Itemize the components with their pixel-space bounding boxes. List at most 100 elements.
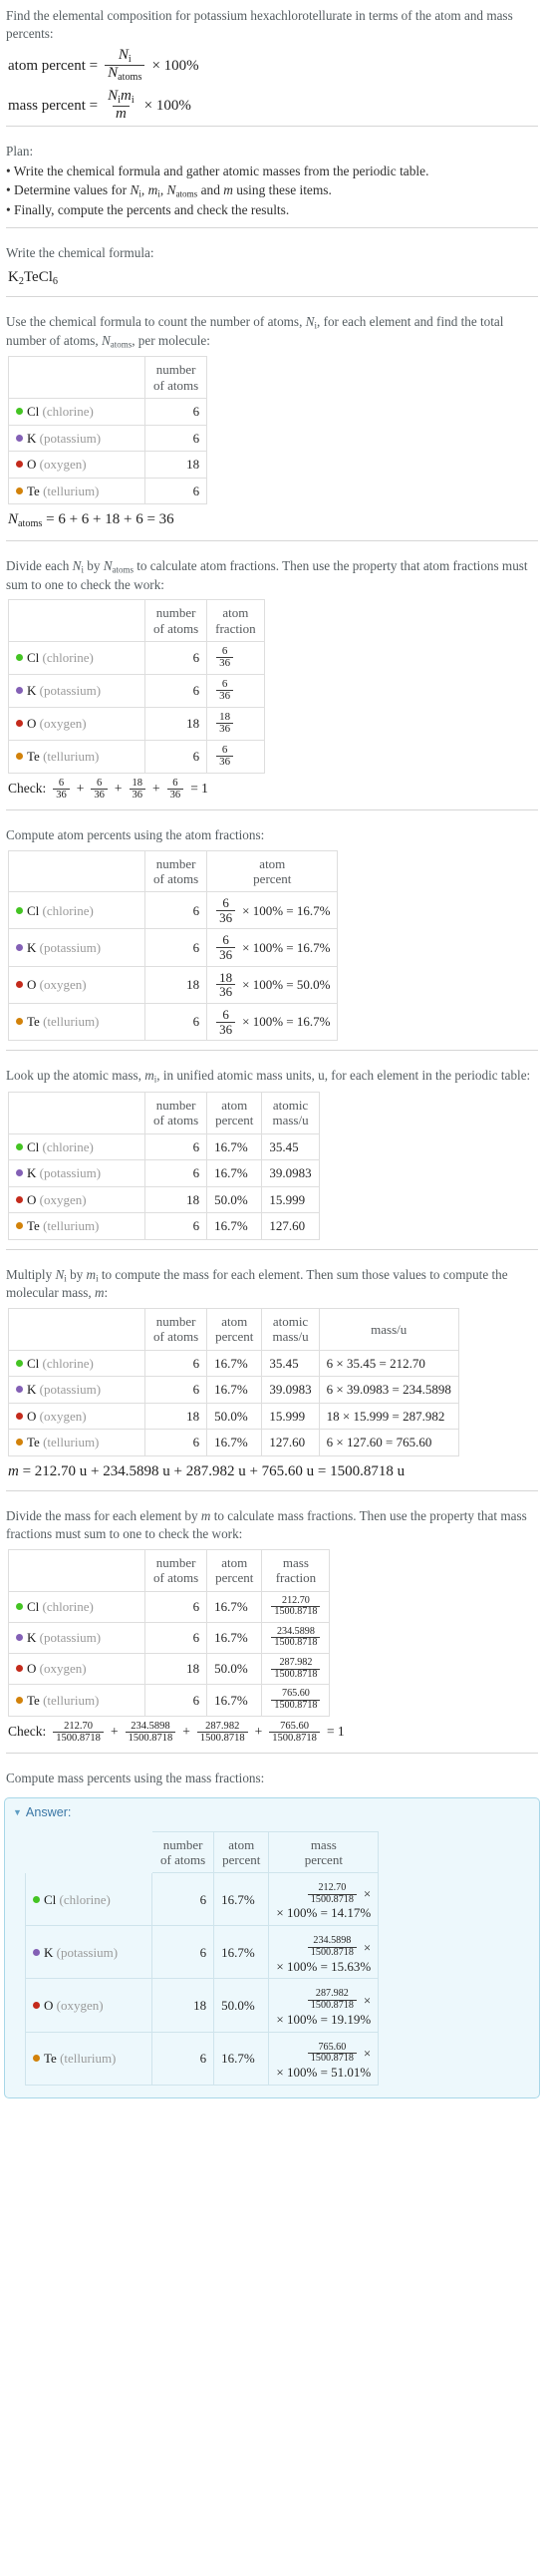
element-color-dot	[16, 1602, 23, 1610]
element-color-dot	[16, 1634, 23, 1642]
fraction-prompt: Divide each Ni by Natoms to calculate at…	[6, 557, 528, 592]
col-header-atom-percent: atom percent	[213, 1830, 270, 1874]
mass-percent-expression: 765.60 1500.8718 × × 100% = 51.01%	[268, 2031, 380, 2086]
element-symbol: O	[27, 977, 37, 993]
element-symbol: Te	[27, 1692, 40, 1708]
atom-count: 6	[143, 1132, 208, 1161]
table-row: Cl (chlorine) 6 6 36	[8, 640, 265, 675]
atom-percent: 16.7%	[206, 1429, 263, 1456]
divider	[6, 226, 538, 228]
col-header-element	[8, 356, 145, 400]
mass-percent-expression: 212.70 1500.8718 × × 100% = 14.17%	[268, 1872, 380, 1927]
answer-section: Compute mass percents using the mass fra…	[0, 1763, 544, 1791]
col-header-number-of-atoms: number of atoms	[143, 1091, 208, 1134]
fraction-denominator: 1500.8718	[307, 2053, 357, 2065]
atom-count: 18	[143, 706, 208, 741]
element-color-dot	[16, 906, 23, 914]
element-color-dot	[16, 1142, 23, 1150]
element-cell: Cl (chlorine)	[25, 1872, 152, 1927]
element-cell: Te (tellurium)	[8, 1212, 145, 1240]
atom-percent-label: atom percent =	[8, 57, 99, 74]
atom-count: 6	[143, 1376, 208, 1404]
table-row: Te (tellurium) 6 6 36 × 100% = 16.7%	[8, 1003, 339, 1042]
element-name: (potassium)	[39, 430, 102, 446]
atom-count: 18	[143, 1402, 208, 1431]
atom-percent: 16.7%	[206, 1621, 263, 1655]
fraction-denominator: 36	[216, 756, 234, 768]
table-row: Cl (chlorine) 6 6 36 × 100% = 16.7%	[8, 891, 339, 930]
element-symbol: Te	[27, 1435, 40, 1450]
element-cell: Cl (chlorine)	[8, 1349, 145, 1378]
atom-percent: 50.0%	[206, 1185, 263, 1214]
element-color-dot	[16, 719, 23, 727]
col-header-atom-percent: atom percent	[206, 1548, 263, 1592]
element-symbol: Te	[27, 483, 40, 498]
atom-percent-expression: 6 36 × 100% = 16.7%	[206, 1003, 339, 1042]
col-header-element	[8, 1091, 145, 1134]
molecular-mass-line: m = 212.70 u + 234.5898 u + 287.982 u + …	[8, 1462, 406, 1479]
question-text: Find the elemental composition for potas…	[6, 8, 513, 41]
element-name: (chlorine)	[42, 902, 94, 918]
table-row: Cl (chlorine) 6	[8, 398, 208, 426]
atom-count: 18	[143, 451, 208, 479]
element-symbol: K	[27, 939, 37, 955]
element-cell: Te (tellurium)	[25, 2031, 152, 2086]
col-header-atomic-mass: atomic mass/u	[261, 1091, 320, 1134]
element-symbol: Te	[27, 748, 40, 764]
mass-table: number of atoms atom percent atomic mass/u …	[8, 1308, 459, 1456]
element-name: (potassium)	[39, 1382, 102, 1398]
col-header-atom-percent: atom percent	[206, 1308, 263, 1351]
atom-percent-expression: 6 36 × 100% = 16.7%	[206, 891, 339, 930]
element-name: (oxygen)	[39, 977, 87, 993]
fraction-denominator: 36	[216, 984, 236, 999]
atomic-mass: 15.999	[261, 1402, 320, 1431]
atomic-mass: 127.60	[261, 1429, 320, 1456]
atomic-mass: 15.999	[261, 1185, 320, 1214]
atom-fraction: 6 36	[206, 673, 265, 708]
atom-percent-expression: 6 36 × 100% = 16.7%	[206, 928, 339, 967]
element-color-dot	[16, 1412, 23, 1420]
atom-percent-result: × 100% = 50.0%	[242, 977, 331, 993]
fraction-numerator: 212.70	[318, 1882, 347, 1894]
mass-percent-result: × 100% = 19.19%	[276, 2011, 372, 2027]
fraction-numerator: 6	[221, 644, 228, 657]
atom-count: 6	[143, 1003, 208, 1042]
atom-fraction-check: Check: 6 36 + 6 36 + 18 36 + 6 36 = 1	[8, 777, 208, 801]
fraction-denominator: 1500.8718	[307, 1893, 357, 1906]
divider	[6, 1050, 538, 1052]
col-header-element	[8, 1548, 145, 1592]
atom-count: 6	[143, 398, 208, 426]
mass-expression: 6 × 127.60 = 765.60	[318, 1429, 459, 1456]
fraction-denominator: 36	[216, 947, 236, 962]
fraction-denominator: 36	[216, 657, 234, 669]
element-color-dot	[16, 408, 23, 416]
element-color-dot	[16, 434, 23, 442]
plan-section: Plan: Write the chemical formula and gat…	[0, 136, 544, 237]
fraction-numerator: 6	[221, 677, 228, 690]
element-color-dot	[33, 2001, 40, 2009]
mass-percent-result: × 100% = 15.63%	[276, 1958, 372, 1974]
table-row: O (oxygen) 18 50.0% 287.982 1500.8718 × × …	[25, 1978, 380, 2033]
mass-expression: 18 × 15.999 = 287.982	[318, 1402, 459, 1431]
element-color-dot	[16, 1169, 23, 1177]
element-symbol: Cl	[44, 1891, 57, 1907]
fraction-denominator: 1500.8718	[271, 1637, 321, 1649]
col-header-element	[8, 599, 145, 642]
table-row: K (potassium) 6 16.7% 39.0983	[8, 1159, 320, 1187]
col-header-mass-fraction: mass fraction	[261, 1548, 331, 1592]
element-cell: Cl (chlorine)	[8, 398, 145, 426]
atomic-mass-prompt: Look up the atomic mass, mi, in unified …	[6, 1068, 531, 1085]
atomic-mass: 35.45	[261, 1132, 320, 1161]
answer-header[interactable]: ▼ Answer:	[11, 1802, 533, 1825]
mass-fraction-table: number of atoms atom percent mass fraction …	[8, 1548, 331, 1717]
col-header-mass: mass/u	[318, 1308, 459, 1351]
element-color-dot	[16, 1359, 23, 1367]
atom-percent-result: × 100% = 16.7%	[242, 902, 331, 918]
mass-expression: 6 × 35.45 = 212.70	[318, 1349, 459, 1378]
fraction-numerator: 287.982	[315, 1988, 349, 2000]
atom-fraction: 18 36	[206, 706, 265, 741]
element-cell: K (potassium)	[8, 1159, 145, 1187]
element-color-dot	[33, 1895, 40, 1903]
col-header-number-of-atoms: number of atoms	[143, 1308, 208, 1351]
fraction-numerator: 765.60	[318, 2041, 347, 2053]
